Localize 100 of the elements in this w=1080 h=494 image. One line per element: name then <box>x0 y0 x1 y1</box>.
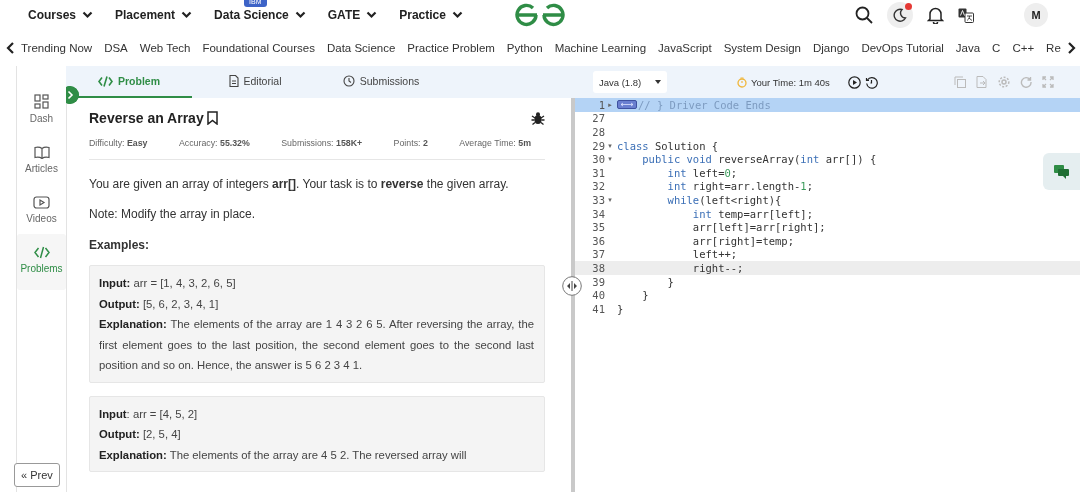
problem-statement: You are given an array of integers arr[]. Your task is to reverse the given array. <box>89 177 510 191</box>
code-text: class Solution { <box>617 139 719 152</box>
caret-icon <box>366 11 378 19</box>
examples-heading: Examples: <box>89 238 151 252</box>
line-number: 35 <box>591 221 605 234</box>
problem-stat: Points: 2 <box>393 138 428 148</box>
prev-button[interactable]: « Prev <box>14 463 60 487</box>
output-text: Output: [2, 5, 4] <box>99 427 182 442</box>
moon-icon <box>893 8 907 22</box>
nav-link[interactable]: Foundational Courses <box>202 42 315 54</box>
problem-stat: Accuracy: 55.32% <box>178 138 250 148</box>
language-dropdown[interactable]: Java (1.8) <box>593 71 667 93</box>
caret-icon <box>181 11 193 19</box>
line-number: 37 <box>591 248 605 261</box>
nav-link[interactable]: JavaScript <box>658 42 712 54</box>
nav-menu[interactable]: Data Science <box>214 8 306 22</box>
nav-link[interactable]: Machine Learning <box>554 42 647 54</box>
problem-title: Reverse an Array <box>89 110 204 126</box>
nav-link[interactable]: C++ <box>1012 42 1035 54</box>
chat-button[interactable] <box>1043 153 1080 190</box>
code-text: left++; <box>691 248 738 261</box>
resize-handle[interactable] <box>562 276 582 296</box>
folded-code-icon[interactable] <box>617 100 637 110</box>
line-number: 31 <box>591 166 605 179</box>
problem-stat: Difficulty: Easy <box>89 138 148 148</box>
line-number: 39 <box>591 275 605 288</box>
chevron-left-icon[interactable] <box>6 42 15 54</box>
code-text: arr[left]=arr[right]; <box>691 221 826 234</box>
problem-tab[interactable]: Submissions <box>318 66 444 98</box>
line-number: 30 <box>591 153 605 166</box>
nav-link[interactable]: Data Science <box>326 42 396 54</box>
code-text: public void reverseArray(int arr[]) { <box>641 153 877 166</box>
translate-icon[interactable] <box>958 7 974 23</box>
explanation-text: Explanation: The elements of the array are 1 4 3 2 6 5. After reversing the array, the first element goes to the last position, the second element goes to the second last position and so on. Hence, the answer is 5 6 2 3 4 1. <box>99 317 534 373</box>
sidebar-item[interactable]: Problems <box>17 234 66 290</box>
timer-icon <box>737 76 747 88</box>
nav-menu[interactable]: Courses <box>28 8 94 22</box>
sidebar-item[interactable]: Videos <box>17 196 66 224</box>
code-text: int temp=arr[left]; <box>691 207 813 220</box>
line-number: 38 <box>591 261 605 274</box>
line-number: 29 <box>591 139 605 152</box>
book-icon <box>33 146 50 159</box>
line-number: 1 <box>597 98 605 111</box>
user-avatar[interactable]: M <box>1024 3 1048 27</box>
grid-icon <box>34 94 49 109</box>
nav-link[interactable]: Web Tech <box>139 42 191 54</box>
output-text: Output: [5, 6, 2, 3, 4, 1] <box>99 296 220 312</box>
expand-icon[interactable] <box>66 86 79 104</box>
explanation-text: Explanation: The elements of the array are 4 5 2. The reversed array will <box>99 447 468 463</box>
play-icon[interactable] <box>847 75 861 89</box>
history-icon[interactable] <box>864 75 878 89</box>
line-number: 34 <box>591 207 605 220</box>
nav-menu[interactable]: Placement <box>115 8 193 22</box>
line-number: 36 <box>591 234 605 247</box>
sidebar-item[interactable]: Dash <box>17 94 66 124</box>
bookmark-icon[interactable] <box>206 111 218 125</box>
nav-link[interactable]: Python <box>506 42 543 54</box>
chat-icon <box>1054 164 1069 179</box>
line-number: 32 <box>591 180 605 193</box>
line-number: 28 <box>591 126 605 138</box>
code-text: } <box>617 302 624 315</box>
nav-link[interactable]: DevOps Tutorial <box>861 42 944 54</box>
timer-text: Your Time: 1m 40s <box>751 76 830 88</box>
chevron-right-icon[interactable] <box>1067 42 1076 54</box>
problem-tab[interactable]: Editorial <box>192 66 318 98</box>
notification-dot <box>905 3 912 10</box>
logo-icon[interactable] <box>515 3 565 27</box>
code-text: arr[right]=temp; <box>691 234 794 247</box>
nav-link[interactable]: Django <box>813 42 850 54</box>
code-text: // } Driver Code Ends <box>638 98 771 111</box>
input-text: Input: arr = [1, 4, 3, 2, 6, 5] <box>99 276 237 291</box>
line-number: 41 <box>591 302 605 315</box>
sidebar-item[interactable]: Articles <box>17 146 66 174</box>
code-text: int left=0; <box>666 166 738 179</box>
problem-stat: Submissions: 158K+ <box>281 138 363 148</box>
dropdown-caret-icon <box>655 80 661 84</box>
document-icon <box>228 75 239 87</box>
nav-menu[interactable]: Practice <box>399 8 463 22</box>
caret-icon <box>451 11 463 19</box>
line-number: 40 <box>591 289 605 302</box>
nav-link[interactable]: Trending Now <box>21 42 93 54</box>
nav-menu[interactable]: GATE <box>327 8 378 22</box>
code-text: } <box>641 289 649 302</box>
nav-link[interactable]: System Design <box>723 42 801 54</box>
clock-icon <box>342 75 355 87</box>
nav-link[interactable]: DSA <box>104 42 128 54</box>
video-icon <box>33 196 50 209</box>
problem-stat: Average Time: 5m <box>459 138 531 148</box>
nav-link[interactable]: Practice Problem <box>407 42 495 54</box>
input-text: Input: arr = [4, 5, 2] <box>99 406 199 422</box>
bug-icon[interactable] <box>531 111 545 125</box>
nav-link[interactable]: C <box>992 42 1001 54</box>
line-number: 33 <box>591 193 605 206</box>
nav-link[interactable]: Java <box>955 42 981 54</box>
bell-icon[interactable] <box>927 6 944 24</box>
code-text: right--; <box>691 261 744 274</box>
theme-toggle[interactable] <box>887 2 913 28</box>
search-icon[interactable] <box>855 6 873 24</box>
nav-link[interactable]: Re <box>1046 42 1061 54</box>
code-icon <box>98 75 113 87</box>
